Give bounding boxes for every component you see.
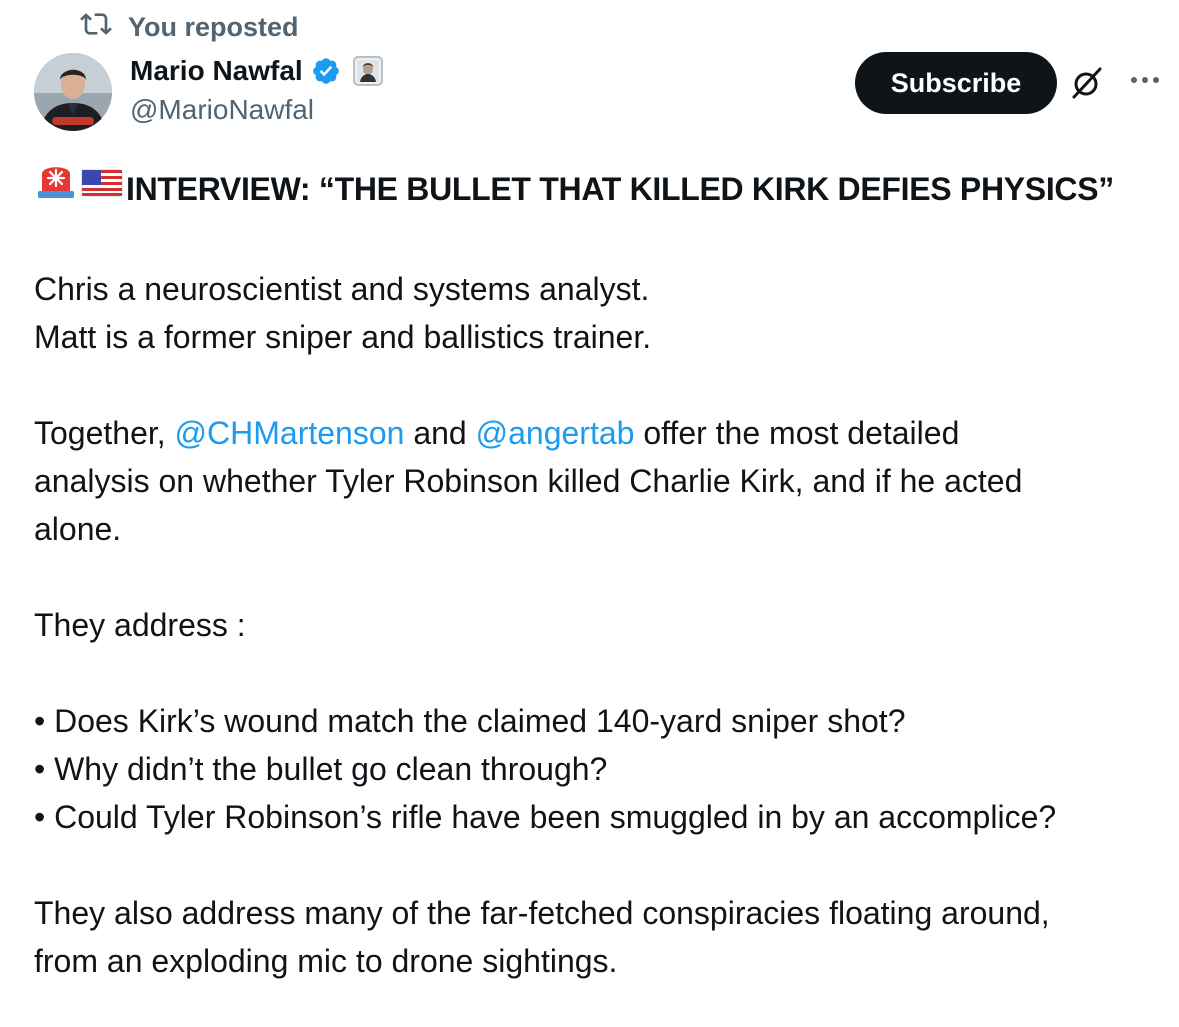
together-rest: offer the most detailed xyxy=(634,415,960,451)
avatar[interactable] xyxy=(34,53,112,131)
author-block: Mario Nawfal @MarioNawfal xyxy=(130,52,383,126)
repost-indicator: You reposted xyxy=(80,10,299,44)
subscribe-button[interactable]: Subscribe xyxy=(855,52,1057,114)
post-line: alone. xyxy=(34,511,122,547)
mention-chmartenson[interactable]: @CHMartenson xyxy=(175,415,405,451)
post-line: Chris a neuroscientist and systems analy… xyxy=(34,271,650,307)
list-item: • Why didn’t the bullet go clean through… xyxy=(34,751,608,787)
us-flag-emoji xyxy=(80,161,124,217)
verified-badge-icon[interactable] xyxy=(311,56,341,86)
post-line: They address : xyxy=(34,607,246,643)
repost-label: You reposted xyxy=(128,11,299,42)
post-headline: INTERVIEW: “THE BULLET THAT KILLED KIRK … xyxy=(34,160,1164,217)
list-item: • Could Tyler Robinson’s rifle have been… xyxy=(34,799,1057,835)
list-item: • Does Kirk’s wound match the claimed 14… xyxy=(34,703,906,739)
mention-angertab[interactable]: @angertab xyxy=(476,415,635,451)
post-line: from an exploding mic to drone sightings… xyxy=(34,943,618,979)
post-text: INTERVIEW: “THE BULLET THAT KILLED KIRK … xyxy=(34,160,1164,985)
more-icon[interactable] xyxy=(1126,65,1164,95)
author-name[interactable]: Mario Nawfal xyxy=(130,55,303,87)
together-prefix: Together, xyxy=(34,415,175,451)
post-line: They also address many of the far-fetche… xyxy=(34,895,1050,931)
author-handle[interactable]: @MarioNawfal xyxy=(130,94,383,126)
grok-icon[interactable] xyxy=(1070,66,1104,100)
post-line: analysis on whether Tyler Robinson kille… xyxy=(34,463,1023,499)
affiliate-badge-icon[interactable] xyxy=(352,56,383,86)
post-line: Matt is a former sniper and ballistics t… xyxy=(34,319,652,355)
post-paragraph: Together, @CHMartenson and @angertab off… xyxy=(34,409,1164,457)
headline-text: INTERVIEW: “THE BULLET THAT KILLED KIRK … xyxy=(126,170,1114,207)
repost-icon xyxy=(80,8,112,47)
siren-emoji xyxy=(34,160,78,217)
together-and: and xyxy=(404,415,476,451)
